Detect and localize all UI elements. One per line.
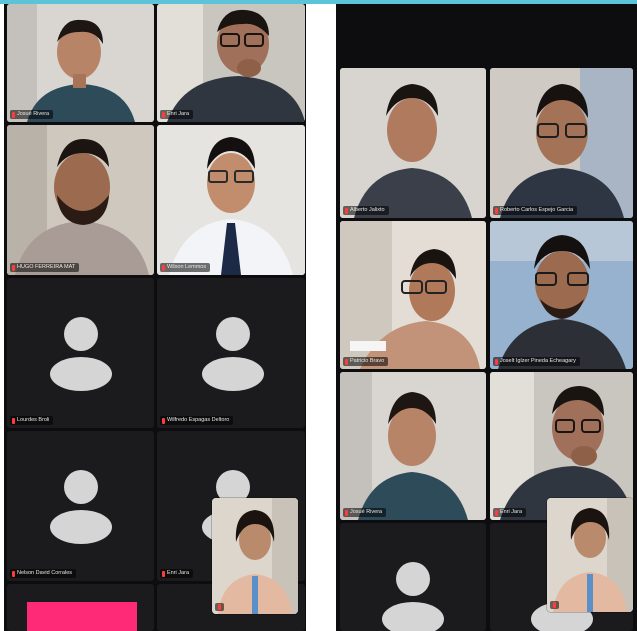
mic-muted-icon — [345, 509, 348, 516]
mic-muted-icon — [12, 264, 15, 271]
participant-name: Wilfredo Espagas Deltoro — [160, 416, 234, 425]
participant-name: Roberto Carlos Espejo Garcia — [493, 206, 578, 215]
shared-content-preview — [27, 602, 137, 631]
mic-muted-icon — [162, 570, 165, 577]
participant-name: Enri Jara — [160, 110, 194, 119]
user-avatar-icon — [50, 470, 112, 544]
self-view-video[interactable] — [547, 498, 633, 612]
participant-video — [212, 498, 298, 614]
participant-video — [157, 4, 305, 122]
participant-name: Joselt Iglzer Pineda Echeagary — [493, 357, 580, 366]
user-avatar-icon — [382, 562, 444, 631]
avatar-tile-partial[interactable] — [340, 523, 486, 631]
video-tile-alberto-jalixto[interactable]: Alberto Jalixto — [340, 68, 486, 218]
video-tile-joselt-pineda[interactable]: Joselt Iglzer Pineda Echeagary — [490, 221, 633, 369]
self-view-video[interactable] — [212, 498, 298, 614]
mic-muted-icon — [12, 111, 15, 118]
participant-name: Lourdes Broli — [10, 416, 54, 425]
participant-video — [340, 221, 486, 369]
participant-video — [490, 68, 633, 218]
mic-muted-icon — [345, 207, 348, 214]
participant-name: Wilson Lemmos — [160, 263, 211, 272]
participant-name: Josué Rivera — [343, 508, 387, 517]
participant-name: Alberto Jalixto — [343, 206, 389, 215]
video-tile-josue-rivera[interactable]: Josué Rivera — [340, 372, 486, 520]
participant-video — [547, 498, 633, 612]
participant-video — [340, 372, 486, 520]
left-meeting-panel: Josué Rivera Enri Jara HUGO FERREIRA MAT — [4, 4, 306, 631]
participant-name: Enri Jara — [493, 508, 527, 517]
video-tile-hugo-ferreira[interactable]: HUGO FERREIRA MAT — [7, 125, 154, 275]
avatar-tile-wilfredo-espagas[interactable]: Wilfredo Espagas Deltoro — [157, 278, 305, 428]
mic-muted-icon — [495, 509, 498, 516]
mic-muted-icon — [345, 358, 348, 365]
participant-video — [157, 125, 305, 275]
self-mic-indicator — [215, 603, 224, 611]
participant-name: Enri Jara — [160, 569, 194, 578]
participant-name: Josué Rivera — [10, 110, 54, 119]
mic-muted-icon — [162, 264, 165, 271]
mic-muted-icon — [218, 604, 221, 610]
video-tile-roberto-carlos-espejo[interactable]: Roberto Carlos Espejo Garcia — [490, 68, 633, 218]
participant-name: Patricio Bravo — [343, 357, 389, 366]
partial-tile[interactable] — [7, 584, 154, 631]
video-tile-enri-jara[interactable]: Enri Jara — [157, 4, 305, 122]
video-tile-patricio-bravo[interactable]: Patricio Bravo — [340, 221, 486, 369]
avatar-tile-lourdes-broli[interactable]: Lourdes Broli — [7, 278, 154, 428]
right-meeting-panel: Alberto Jalixto Roberto Carlos Espejo Ga… — [336, 4, 637, 631]
mic-muted-icon — [12, 417, 15, 424]
self-mic-indicator — [550, 601, 559, 609]
participant-video — [340, 68, 486, 218]
user-avatar-icon — [202, 317, 264, 391]
participant-video — [7, 4, 154, 122]
participant-name: HUGO FERREIRA MAT — [10, 263, 80, 272]
mic-muted-icon — [162, 111, 165, 118]
mic-muted-icon — [495, 207, 498, 214]
user-avatar-icon — [50, 317, 112, 391]
avatar-tile-nelson-david[interactable]: Nelson David Corrales — [7, 431, 154, 581]
mic-muted-icon — [495, 358, 498, 365]
mic-muted-icon — [553, 602, 556, 608]
participant-name: Nelson David Corrales — [10, 569, 77, 578]
video-tile-wilson-lemmos[interactable]: Wilson Lemmos — [157, 125, 305, 275]
participant-video — [490, 221, 633, 369]
participant-video — [7, 125, 154, 275]
mic-muted-icon — [162, 417, 165, 424]
mic-muted-icon — [12, 570, 15, 577]
video-tile-josue-rivera[interactable]: Josué Rivera — [7, 4, 154, 122]
